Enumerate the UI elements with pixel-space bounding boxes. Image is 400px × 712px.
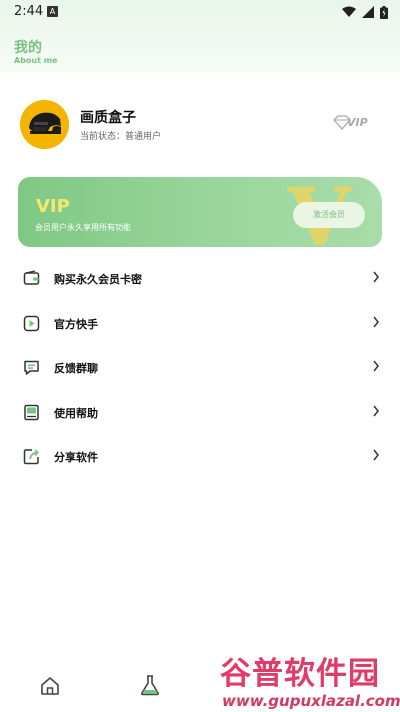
book-icon xyxy=(24,404,39,420)
play-icon xyxy=(23,315,40,331)
vip-badge-label: VIP xyxy=(347,116,368,129)
chevron-right-icon xyxy=(373,405,379,416)
vip-badge: VIP xyxy=(332,115,372,131)
menu-item-label: 官方快手 xyxy=(54,317,98,331)
menu-item-buy-vip[interactable]: 购买永久会员卡密 xyxy=(0,257,400,302)
chat-icon xyxy=(24,360,39,375)
wifi-icon xyxy=(342,6,356,17)
menu-item-share[interactable]: 分享软件 xyxy=(0,435,400,480)
user-status: 当前状态：普通用户 xyxy=(80,132,162,142)
menu-item-label: 使用帮助 xyxy=(54,406,98,420)
battery-icon xyxy=(380,5,388,19)
chevron-right-icon xyxy=(373,360,379,372)
status-time: 2:44 xyxy=(14,4,44,19)
chevron-right-icon xyxy=(373,271,379,283)
menu-item-label: 购买永久会员卡密 xyxy=(54,273,142,286)
status-icons xyxy=(342,5,388,19)
user-name: 画质盒子 xyxy=(80,110,136,126)
profile-section: 画质盒子 当前状态：普通用户 VIP xyxy=(20,100,380,150)
watermark-url: www.gupuxlazal.com xyxy=(222,692,400,710)
menu-item-feedback[interactable]: 反馈群聊 xyxy=(0,346,400,391)
page-title: 我的 xyxy=(14,40,42,56)
notification-icon: A xyxy=(47,6,58,17)
share-icon xyxy=(23,449,40,465)
avatar[interactable] xyxy=(20,100,69,149)
vip-description: 会员用户永久享用所有功能 xyxy=(35,223,131,232)
flask-icon[interactable] xyxy=(139,674,161,696)
home-icon[interactable] xyxy=(40,676,60,696)
menu-list: 购买永久会员卡密 官方快手 反馈群聊 使用帮助 分享软件 xyxy=(0,257,400,480)
chevron-right-icon xyxy=(373,449,379,461)
menu-item-help[interactable]: 使用帮助 xyxy=(0,391,400,436)
signal-icon xyxy=(362,6,374,18)
status-bar: 2:44 A xyxy=(0,0,400,24)
vip-title: VIP xyxy=(36,196,70,217)
menu-item-label: 分享软件 xyxy=(54,451,98,464)
helmet-avatar-icon xyxy=(20,100,69,149)
top-header-bar: 2:44 A 我的 About me xyxy=(0,0,400,72)
vip-card[interactable]: V VIP 会员用户永久享用所有功能 激活会员 xyxy=(18,177,382,247)
activate-vip-button[interactable]: 激活会员 xyxy=(293,202,365,228)
page-subtitle: About me xyxy=(14,56,58,65)
wallet-icon xyxy=(23,270,40,285)
watermark-text: 谷普软件园 xyxy=(220,656,380,692)
watermark: 谷普软件园 www.gupuxlazal.com xyxy=(218,648,400,712)
menu-item-kuaishou[interactable]: 官方快手 xyxy=(0,302,400,347)
chevron-right-icon xyxy=(373,316,379,327)
menu-item-label: 反馈群聊 xyxy=(54,362,98,375)
